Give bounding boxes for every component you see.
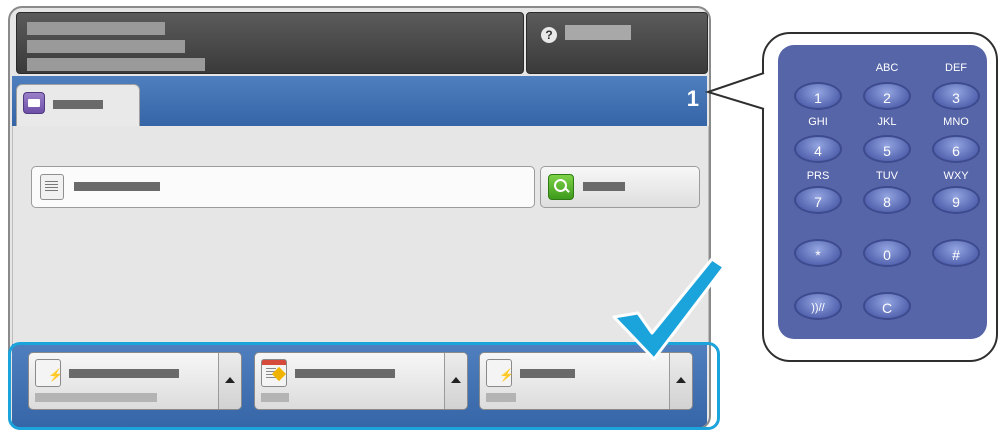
- key-sublabel: WXY: [943, 170, 969, 182]
- placeholder-text: [35, 393, 157, 402]
- main-panel: [12, 126, 709, 344]
- document-bolt-icon: [486, 359, 514, 387]
- key-dial-pause[interactable]: ))//: [794, 292, 842, 320]
- placeholder-text: [261, 393, 289, 402]
- key-sublabel: JKL: [877, 116, 897, 128]
- key-sublabel: ABC: [875, 62, 899, 74]
- status-message-area: [16, 12, 524, 74]
- placeholder-text: [295, 369, 395, 378]
- placeholder-text: [486, 393, 516, 402]
- arrow-up-icon[interactable]: [444, 353, 467, 409]
- placeholder-text: [27, 58, 205, 71]
- form-edit-icon: [261, 359, 287, 387]
- placeholder-text: [27, 22, 165, 35]
- key-clear[interactable]: C: [863, 292, 911, 320]
- key-star[interactable]: *: [794, 239, 842, 267]
- help-button[interactable]: ?: [526, 12, 708, 74]
- feature-button-2[interactable]: [254, 352, 468, 410]
- key-hash[interactable]: #: [932, 239, 980, 267]
- key-sublabel: GHI: [808, 116, 828, 128]
- placeholder-text: [565, 25, 631, 40]
- key-2[interactable]: 2: [863, 82, 911, 110]
- search-button[interactable]: [540, 166, 700, 208]
- key-1[interactable]: 1: [794, 82, 842, 110]
- placeholder-text: [69, 369, 179, 378]
- help-icon: ?: [541, 27, 557, 43]
- key-4[interactable]: 4: [794, 135, 842, 163]
- key-sublabel: TUV: [876, 170, 898, 182]
- key-6[interactable]: 6: [932, 135, 980, 163]
- tab-bar: 1: [12, 76, 707, 129]
- search-icon: [548, 174, 574, 200]
- key-sublabel: MNO: [943, 116, 969, 128]
- key-0[interactable]: 0: [863, 239, 911, 267]
- feature-button-1[interactable]: [28, 352, 242, 410]
- keypad: ABC DEF 1 2 3 GHI JKL MNO 4 5 6 PRS TUV …: [778, 45, 987, 339]
- arrow-up-icon[interactable]: [218, 353, 241, 409]
- key-sublabel: PRS: [806, 170, 830, 182]
- key-5[interactable]: 5: [863, 135, 911, 163]
- key-sublabel: DEF: [945, 62, 967, 74]
- placeholder-text: [74, 182, 160, 191]
- tab-active[interactable]: [16, 84, 140, 129]
- check-mark-icon: [612, 257, 726, 361]
- job-count: 1: [686, 86, 699, 111]
- placeholder-text: [520, 369, 575, 378]
- document-bolt-icon: [35, 359, 63, 387]
- key-7[interactable]: 7: [794, 186, 842, 214]
- entry-field[interactable]: [31, 166, 535, 208]
- document-icon: [40, 174, 64, 200]
- key-3[interactable]: 3: [932, 82, 980, 110]
- key-9[interactable]: 9: [932, 186, 980, 214]
- key-8[interactable]: 8: [863, 186, 911, 214]
- placeholder-text: [27, 40, 185, 53]
- placeholder-text: [53, 100, 103, 109]
- printer-icon: [23, 92, 45, 114]
- placeholder-text: [583, 182, 625, 191]
